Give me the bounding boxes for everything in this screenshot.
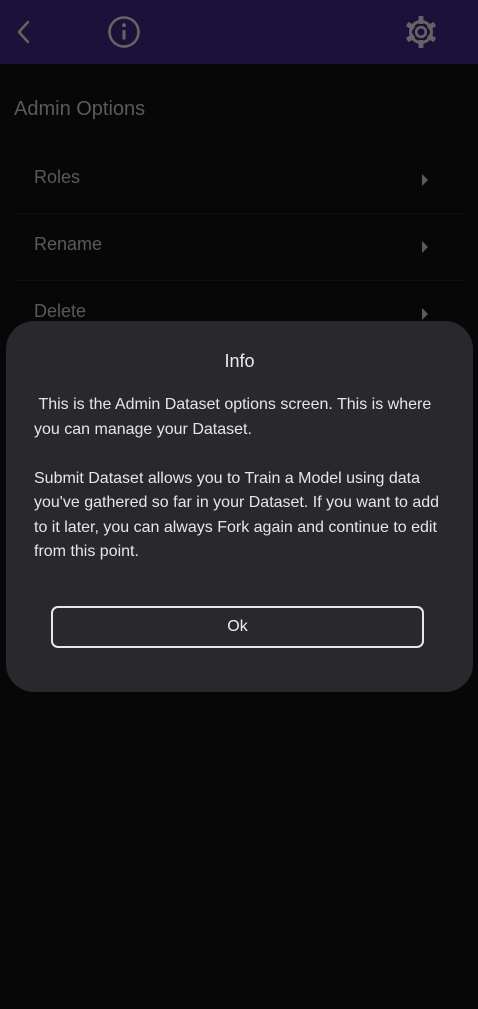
- info-dialog: Info This is the Admin Dataset options s…: [6, 321, 473, 692]
- ok-button[interactable]: Ok: [51, 606, 424, 648]
- dialog-title: Info: [224, 351, 255, 371]
- dialog-body: This is the Admin Dataset options screen…: [34, 393, 452, 565]
- dialog-paragraph: This is the Admin Dataset options screen…: [34, 396, 436, 438]
- dialog-paragraph: Submit Dataset allows you to Train a Mod…: [34, 469, 440, 561]
